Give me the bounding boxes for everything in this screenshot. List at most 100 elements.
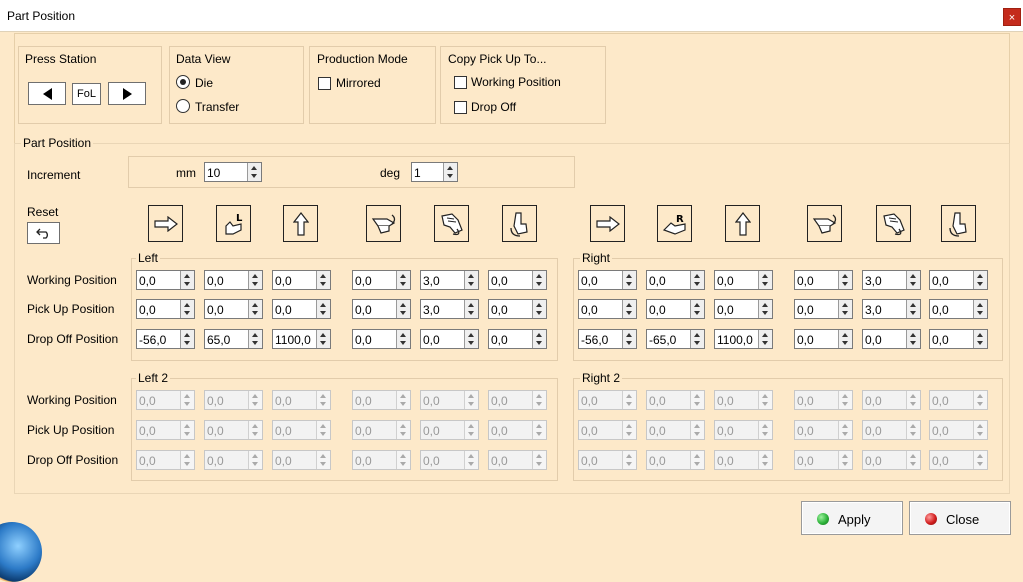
right-drop-off-field-3[interactable]: 1100,0 bbox=[714, 329, 773, 349]
spin-buttons[interactable] bbox=[248, 300, 262, 318]
spin-buttons[interactable] bbox=[906, 330, 920, 348]
left-pick-up-field-2[interactable]: 0,0 bbox=[204, 299, 263, 319]
spin-buttons[interactable] bbox=[316, 271, 330, 289]
spin-buttons[interactable] bbox=[973, 271, 987, 289]
copy-to-drop-off-checkbox[interactable] bbox=[454, 101, 467, 114]
right-pick-up-field-6[interactable]: 0,0 bbox=[929, 299, 988, 319]
rotate-z-right-button[interactable] bbox=[941, 205, 976, 242]
spin-buttons[interactable] bbox=[973, 330, 987, 348]
window-close-button[interactable]: × bbox=[1003, 8, 1021, 26]
right-drop-off-field-4[interactable]: 0,0 bbox=[794, 329, 853, 349]
spin-buttons[interactable] bbox=[396, 271, 410, 289]
left-pick-up-field-1[interactable]: 0,0 bbox=[136, 299, 195, 319]
left2-working-field-6: 0,0 bbox=[488, 390, 547, 410]
spin-buttons[interactable] bbox=[464, 300, 478, 318]
move-z-left-button[interactable] bbox=[283, 205, 318, 242]
spin-buttons[interactable] bbox=[758, 330, 772, 348]
left-pick-up-field-6[interactable]: 0,0 bbox=[488, 299, 547, 319]
right-drop-off-field-2[interactable]: -65,0 bbox=[646, 329, 705, 349]
copy-to-working-checkbox[interactable] bbox=[454, 76, 467, 89]
spin-buttons[interactable] bbox=[838, 330, 852, 348]
rotate-right-button[interactable]: R bbox=[657, 205, 692, 242]
rotate-right-letter: R bbox=[676, 214, 684, 225]
right-pick-up-field-3[interactable]: 0,0 bbox=[714, 299, 773, 319]
previous-station-button[interactable] bbox=[28, 82, 66, 105]
next-station-button[interactable] bbox=[108, 82, 146, 105]
right-working-field-4[interactable]: 0,0 bbox=[794, 270, 853, 290]
spin-buttons[interactable] bbox=[622, 300, 636, 318]
spin-buttons[interactable] bbox=[973, 300, 987, 318]
spin-buttons[interactable] bbox=[464, 271, 478, 289]
tilt-y-left-button[interactable] bbox=[434, 205, 469, 242]
right-drop-off-field-6[interactable]: 0,0 bbox=[929, 329, 988, 349]
left-working-field-1[interactable]: 0,0 bbox=[136, 270, 195, 290]
spin-buttons[interactable] bbox=[622, 271, 636, 289]
deg-increment-stepper[interactable]: 1 bbox=[411, 162, 458, 182]
left-working-field-4[interactable]: 0,0 bbox=[352, 270, 411, 290]
move-x-left-button[interactable] bbox=[148, 205, 183, 242]
left-drop-off-field-3[interactable]: 1100,0 bbox=[272, 329, 331, 349]
spin-buttons[interactable] bbox=[396, 330, 410, 348]
spin-buttons[interactable] bbox=[690, 300, 704, 318]
apply-button[interactable]: Apply bbox=[801, 501, 903, 535]
tilt-y-right-button[interactable] bbox=[876, 205, 911, 242]
left-working-field-5[interactable]: 3,0 bbox=[420, 270, 479, 290]
left-working-field-3[interactable]: 0,0 bbox=[272, 270, 331, 290]
left-drop-off-field-5[interactable]: 0,0 bbox=[420, 329, 479, 349]
tilt-x-left-button[interactable] bbox=[366, 205, 401, 242]
reset-button[interactable] bbox=[27, 222, 60, 244]
right-drop-off-field-1[interactable]: -56,0 bbox=[578, 329, 637, 349]
close-button[interactable]: Close bbox=[909, 501, 1011, 535]
right-pick-up-field-2[interactable]: 0,0 bbox=[646, 299, 705, 319]
spin-buttons[interactable] bbox=[248, 271, 262, 289]
right-drop-off-field-5[interactable]: 0,0 bbox=[862, 329, 921, 349]
spin-buttons[interactable] bbox=[838, 300, 852, 318]
spin-buttons[interactable] bbox=[248, 330, 262, 348]
data-view-transfer-radio[interactable] bbox=[176, 99, 190, 113]
right-working-field-3[interactable]: 0,0 bbox=[714, 270, 773, 290]
spin-buttons[interactable] bbox=[180, 330, 194, 348]
tilt-x-right-button[interactable] bbox=[807, 205, 842, 242]
spin-buttons[interactable] bbox=[622, 330, 636, 348]
left-pick-up-field-3[interactable]: 0,0 bbox=[272, 299, 331, 319]
spin-buttons[interactable] bbox=[464, 330, 478, 348]
spin-buttons[interactable] bbox=[532, 330, 546, 348]
spin-buttons[interactable] bbox=[316, 330, 330, 348]
right-pick-up-field-5[interactable]: 3,0 bbox=[862, 299, 921, 319]
right-working-field-5[interactable]: 3,0 bbox=[862, 270, 921, 290]
right2-pick-up-field-1: 0,0 bbox=[578, 420, 637, 440]
spin-buttons[interactable] bbox=[316, 300, 330, 318]
right-working-field-1[interactable]: 0,0 bbox=[578, 270, 637, 290]
right-working-field-6[interactable]: 0,0 bbox=[929, 270, 988, 290]
spin-buttons[interactable] bbox=[758, 300, 772, 318]
move-x-right-button[interactable] bbox=[590, 205, 625, 242]
spin-buttons[interactable] bbox=[690, 271, 704, 289]
left-pick-up-field-5[interactable]: 3,0 bbox=[420, 299, 479, 319]
mm-increment-stepper[interactable]: 10 bbox=[204, 162, 262, 182]
spin-buttons[interactable] bbox=[532, 300, 546, 318]
left-drop-off-field-1[interactable]: -56,0 bbox=[136, 329, 195, 349]
right-pick-up-field-4[interactable]: 0,0 bbox=[794, 299, 853, 319]
spin-buttons[interactable] bbox=[906, 300, 920, 318]
spin-buttons[interactable] bbox=[396, 300, 410, 318]
spin-buttons[interactable] bbox=[180, 300, 194, 318]
spin-buttons[interactable] bbox=[906, 271, 920, 289]
left-working-field-2[interactable]: 0,0 bbox=[204, 270, 263, 290]
data-view-die-radio[interactable] bbox=[176, 75, 190, 89]
mirrored-checkbox[interactable] bbox=[318, 77, 331, 90]
left-working-field-6[interactable]: 0,0 bbox=[488, 270, 547, 290]
move-z-right-button[interactable] bbox=[725, 205, 760, 242]
left-drop-off-field-2[interactable]: 65,0 bbox=[204, 329, 263, 349]
left-drop-off-field-6[interactable]: 0,0 bbox=[488, 329, 547, 349]
right-working-field-2[interactable]: 0,0 bbox=[646, 270, 705, 290]
spin-buttons[interactable] bbox=[532, 271, 546, 289]
spin-buttons[interactable] bbox=[758, 271, 772, 289]
spin-buttons[interactable] bbox=[838, 271, 852, 289]
rotate-z-left-button[interactable] bbox=[502, 205, 537, 242]
rotate-left-button[interactable]: L bbox=[216, 205, 251, 242]
spin-buttons[interactable] bbox=[180, 271, 194, 289]
left-pick-up-field-4[interactable]: 0,0 bbox=[352, 299, 411, 319]
spin-buttons[interactable] bbox=[690, 330, 704, 348]
right-pick-up-field-1[interactable]: 0,0 bbox=[578, 299, 637, 319]
left-drop-off-field-4[interactable]: 0,0 bbox=[352, 329, 411, 349]
